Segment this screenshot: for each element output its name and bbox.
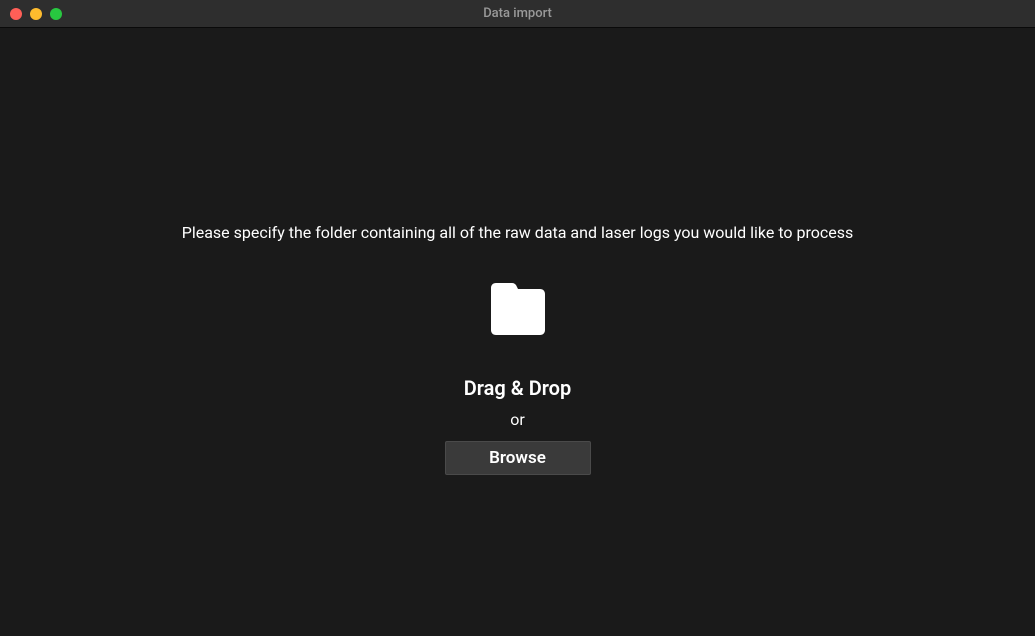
main-content[interactable]: Please specify the folder containing all… [0,28,1035,636]
or-label: or [510,410,525,429]
titlebar: Data import [0,0,1035,28]
folder-icon [487,282,549,338]
window-frame: Data import Please specify the folder co… [0,0,1035,636]
drag-drop-label: Drag & Drop [464,376,571,400]
instruction-text: Please specify the folder containing all… [182,223,854,242]
browse-button[interactable]: Browse [445,441,591,475]
minimize-button[interactable] [30,8,42,20]
maximize-button[interactable] [50,8,62,20]
close-button[interactable] [10,8,22,20]
window-controls [10,8,62,20]
window-title: Data import [483,6,552,21]
